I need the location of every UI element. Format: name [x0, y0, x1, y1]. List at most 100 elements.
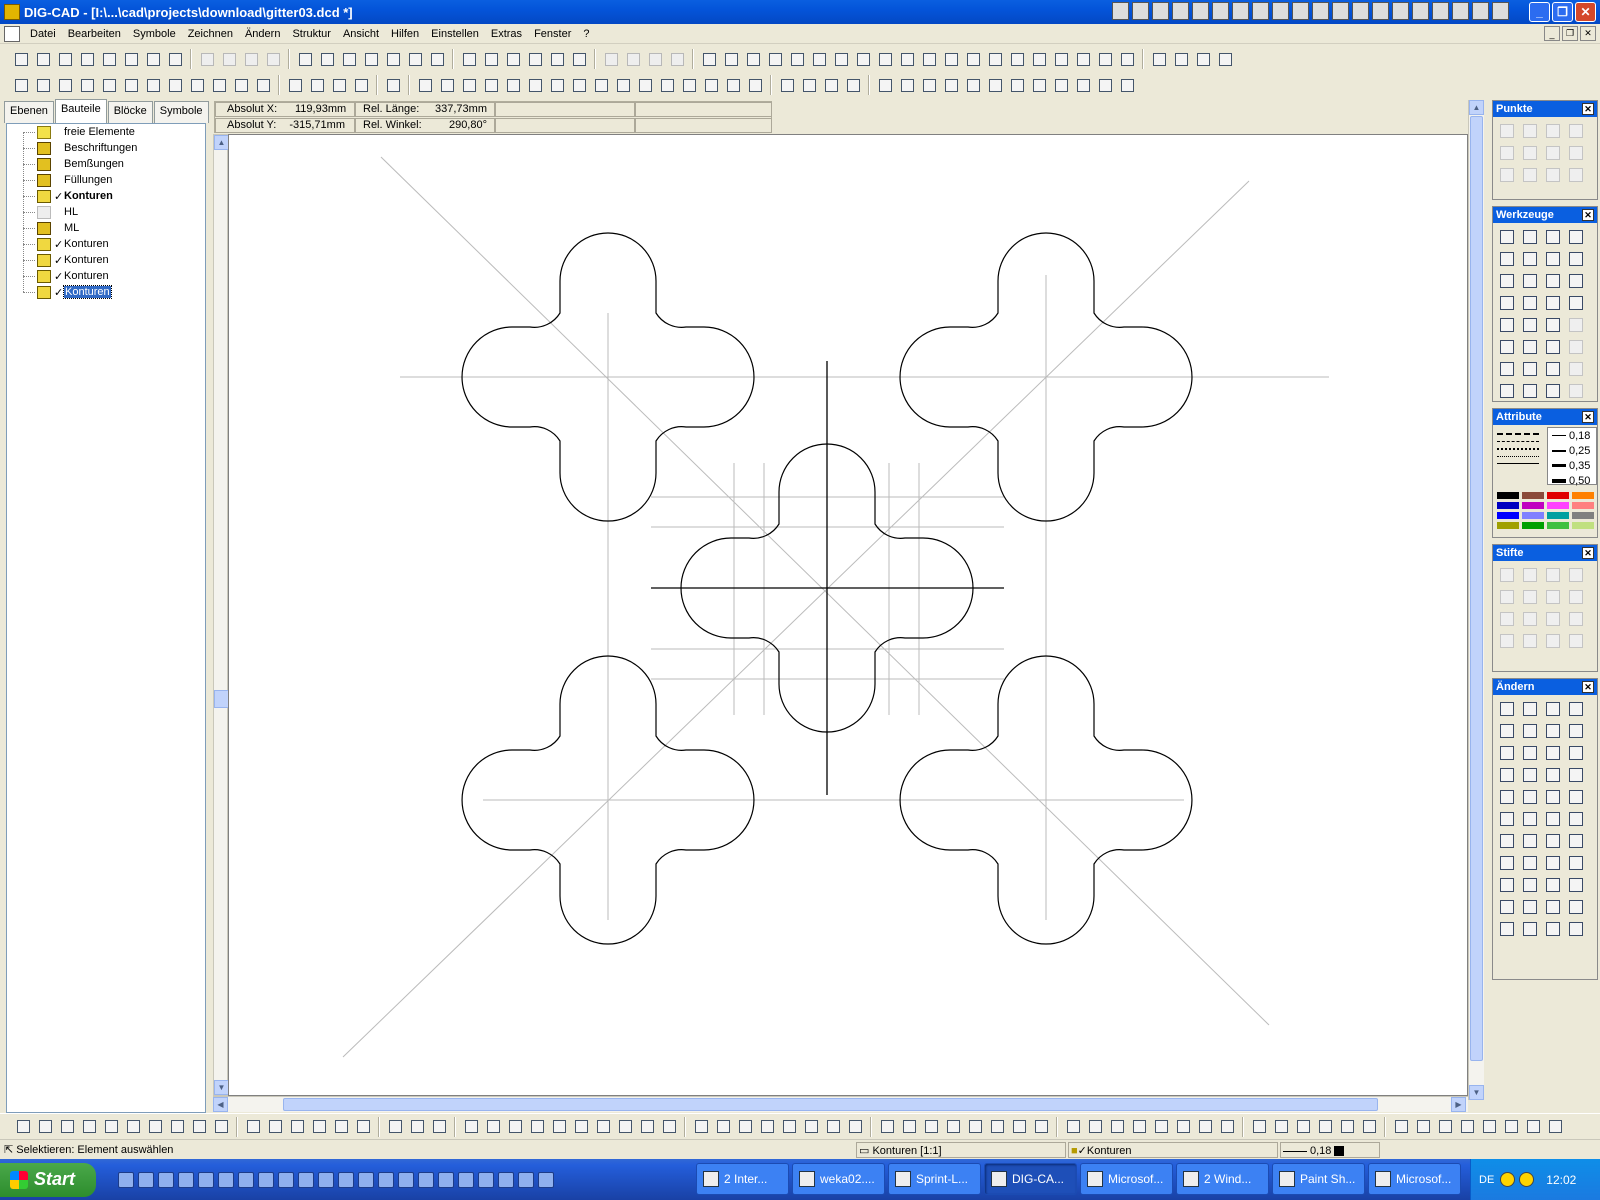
- panel-tool-icon[interactable]: [1564, 142, 1587, 164]
- panel-tool-icon[interactable]: [1564, 874, 1587, 896]
- panel-tool-icon[interactable]: [1541, 292, 1564, 314]
- quick-launch-icon[interactable]: [178, 1171, 194, 1188]
- panel-tool-icon[interactable]: [1495, 226, 1518, 248]
- panel-tool-icon[interactable]: [1518, 120, 1541, 142]
- toolbar-tool-icon[interactable]: [1435, 1117, 1455, 1137]
- toolbar-tool-icon[interactable]: [875, 75, 895, 95]
- toolbar-tool-icon[interactable]: [591, 75, 611, 95]
- quick-icon[interactable]: [1192, 2, 1209, 20]
- toolbar-tool-icon[interactable]: [845, 1117, 865, 1137]
- close-icon[interactable]: ✕: [1582, 411, 1594, 423]
- menu-symbole[interactable]: Symbole: [127, 28, 182, 40]
- toolbar-tool-icon[interactable]: [1117, 49, 1137, 69]
- toolbar-tool-icon[interactable]: [635, 75, 655, 95]
- toolbar-tool-icon[interactable]: [1051, 49, 1071, 69]
- panel-tool-icon[interactable]: [1564, 630, 1587, 652]
- panel-tool-icon[interactable]: [1495, 142, 1518, 164]
- toolbar-tool-icon[interactable]: [1479, 1117, 1499, 1137]
- toolbar-tool-icon[interactable]: [1359, 1117, 1379, 1137]
- tree-item[interactable]: ✓ Konturen: [37, 284, 112, 300]
- toolbar-tool-icon[interactable]: [1337, 1117, 1357, 1137]
- quick-launch-icon[interactable]: [418, 1171, 434, 1188]
- panel-tool-icon[interactable]: [1495, 874, 1518, 896]
- panel-tool-icon[interactable]: [1541, 608, 1564, 630]
- panel-tool-icon[interactable]: [1564, 742, 1587, 764]
- toolbar-tool-icon[interactable]: [919, 75, 939, 95]
- toolbar-tool-icon[interactable]: [723, 75, 743, 95]
- panel-tool-icon[interactable]: [1564, 720, 1587, 742]
- panel-tool-icon[interactable]: [1541, 380, 1564, 402]
- quick-launch-icon[interactable]: [298, 1171, 314, 1188]
- line-width-option[interactable]: 0,18: [1548, 428, 1596, 443]
- panel-tool-icon[interactable]: [1495, 164, 1518, 186]
- quick-icon[interactable]: [1112, 2, 1129, 20]
- toolbar-tool-icon[interactable]: [353, 1117, 373, 1137]
- toolbar-tool-icon[interactable]: [963, 75, 983, 95]
- panel-tool-icon[interactable]: [1541, 764, 1564, 786]
- tab-bloecke[interactable]: Blöcke: [107, 101, 153, 123]
- panel-tool-icon[interactable]: [1564, 248, 1587, 270]
- toolbar-tool-icon[interactable]: [243, 1117, 263, 1137]
- menu-bearbeiten[interactable]: Bearbeiten: [62, 28, 127, 40]
- panel-tool-icon[interactable]: [1518, 874, 1541, 896]
- color-swatch[interactable]: [1522, 512, 1544, 519]
- toolbar-tool-icon[interactable]: [241, 49, 261, 69]
- toolbar-tool-icon[interactable]: [549, 1117, 569, 1137]
- toolbar-tool-icon[interactable]: [571, 1117, 591, 1137]
- panel-tool-icon[interactable]: [1518, 358, 1541, 380]
- toolbar-tool-icon[interactable]: [55, 49, 75, 69]
- panel-tool-icon[interactable]: [1518, 314, 1541, 336]
- toolbar-tool-icon[interactable]: [765, 49, 785, 69]
- tree-item[interactable]: Beschriftungen: [37, 140, 137, 156]
- toolbar-tool-icon[interactable]: [985, 49, 1005, 69]
- toolbar-tool-icon[interactable]: [1029, 49, 1049, 69]
- tray-icon[interactable]: [1519, 1172, 1535, 1187]
- toolbar-tool-icon[interactable]: [167, 1117, 187, 1137]
- toolbar-tool-icon[interactable]: [77, 75, 97, 95]
- panel-tool-icon[interactable]: [1541, 830, 1564, 852]
- taskbar-button[interactable]: 2 Inter...: [696, 1163, 789, 1195]
- visibility-check-icon[interactable]: ✓: [54, 270, 64, 283]
- quick-icon[interactable]: [1152, 2, 1169, 20]
- toolbar-tool-icon[interactable]: [121, 49, 141, 69]
- toolbar-tool-icon[interactable]: [383, 49, 403, 69]
- panel-tool-icon[interactable]: [1541, 142, 1564, 164]
- toolbar-tool-icon[interactable]: [1217, 1117, 1237, 1137]
- toolbar-tool-icon[interactable]: [1545, 1117, 1565, 1137]
- menu-hilfen[interactable]: Hilfen: [385, 28, 425, 40]
- toolbar-tool-icon[interactable]: [33, 75, 53, 95]
- toolbar-tool-icon[interactable]: [1149, 49, 1169, 69]
- close-button[interactable]: ✕: [1575, 2, 1596, 22]
- toolbar-tool-icon[interactable]: [331, 1117, 351, 1137]
- toolbar-tool-icon[interactable]: [1085, 1117, 1105, 1137]
- quick-launch-icon[interactable]: [358, 1171, 374, 1188]
- taskbar-button[interactable]: weka02....: [792, 1163, 885, 1195]
- canvas-horizontal-scrollbar[interactable]: ◀ ▶: [213, 1096, 1468, 1112]
- toolbar-tool-icon[interactable]: [921, 1117, 941, 1137]
- toolbar-tool-icon[interactable]: [613, 75, 633, 95]
- panel-tool-icon[interactable]: [1518, 226, 1541, 248]
- taskbar-button[interactable]: Paint Sh...: [1272, 1163, 1365, 1195]
- toolbar-tool-icon[interactable]: [799, 75, 819, 95]
- mdi-close-button[interactable]: ✕: [1580, 26, 1596, 41]
- toolbar-tool-icon[interactable]: [659, 1117, 679, 1137]
- toolbar-tool-icon[interactable]: [99, 49, 119, 69]
- quick-icon[interactable]: [1252, 2, 1269, 20]
- toolbar-tool-icon[interactable]: [459, 75, 479, 95]
- line-style-wave[interactable]: [1497, 463, 1539, 464]
- toolbar-tool-icon[interactable]: [823, 1117, 843, 1137]
- tree-item[interactable]: ✓ Konturen: [37, 236, 109, 252]
- toolbar-tool-icon[interactable]: [437, 75, 457, 95]
- panel-tool-icon[interactable]: [1495, 764, 1518, 786]
- toolbar-tool-icon[interactable]: [985, 75, 1005, 95]
- toolbar-tool-icon[interactable]: [779, 1117, 799, 1137]
- panel-tool-icon[interactable]: [1518, 808, 1541, 830]
- scroll-up-arrow-icon[interactable]: ▲: [214, 135, 229, 150]
- toolbar-tool-icon[interactable]: [1007, 49, 1027, 69]
- toolbar-tool-icon[interactable]: [1293, 1117, 1313, 1137]
- quick-icon[interactable]: [1392, 2, 1409, 20]
- toolbar-tool-icon[interactable]: [99, 75, 119, 95]
- quick-icon[interactable]: [1452, 2, 1469, 20]
- toolbar-tool-icon[interactable]: [1173, 1117, 1193, 1137]
- panel-tool-icon[interactable]: [1518, 830, 1541, 852]
